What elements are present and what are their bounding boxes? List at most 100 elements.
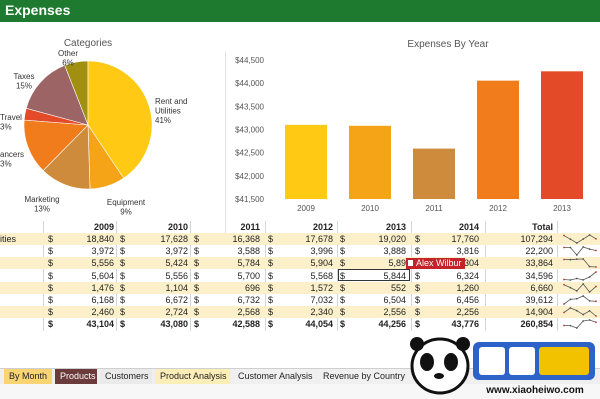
column-header[interactable]: 2013 [356, 221, 406, 233]
data-cell[interactable]: 2,568 [200, 306, 260, 318]
column-header[interactable]: 2010 [138, 221, 188, 233]
column-header[interactable]: 2009 [64, 221, 114, 233]
data-cell[interactable]: 1,476 [54, 282, 114, 294]
data-cell[interactable]: 16,368 [200, 233, 260, 245]
data-cell[interactable]: 2,724 [128, 306, 188, 318]
data-cell[interactable]: 6,324 [419, 270, 479, 282]
data-cell[interactable]: 3,972 [128, 245, 188, 257]
data-cell[interactable]: 5,556 [54, 257, 114, 269]
data-cell[interactable]: 2,256 [419, 306, 479, 318]
table-row[interactable]: $43,104 $43,080 $42,588 $44,054 $44,256 $43,7… [0, 318, 600, 330]
data-cell[interactable]: 1,104 [128, 282, 188, 294]
data-cell[interactable]: 39,612 [493, 294, 553, 306]
tab-product-analysis[interactable]: Product Analysis [155, 369, 230, 384]
pie-title: Categories [64, 38, 112, 49]
data-cell[interactable]: 6,660 [493, 282, 553, 294]
data-cell[interactable]: 2,460 [54, 306, 114, 318]
tab-customers[interactable]: Customers [100, 369, 152, 384]
data-cell[interactable]: 3,972 [54, 245, 114, 257]
table-row[interactable]: $1,476 $1,104 $696 $1,572 $552 $1,260 6,660 [0, 281, 600, 294]
data-cell[interactable]: 6,504 [346, 294, 406, 306]
data-cell[interactable]: 5,556 [128, 270, 188, 282]
data-cell[interactable]: 44,256 [346, 318, 406, 330]
bar-2012[interactable] [477, 80, 519, 199]
bar-2010[interactable] [349, 125, 391, 199]
y-tick-label: $43,500 [235, 102, 264, 111]
pie-label-travel: Travel 3% [0, 113, 22, 132]
data-cell[interactable]: 6,732 [200, 294, 260, 306]
data-cell[interactable]: 5,700 [200, 270, 260, 282]
bar-2011[interactable] [413, 148, 455, 199]
data-cell[interactable]: 17,628 [128, 233, 188, 245]
table-row[interactable]: $6,168 $6,672 $6,732 $7,032 $6,504 $6,456 39,6… [0, 294, 600, 306]
data-cell[interactable]: 2,340 [273, 306, 333, 318]
row-label[interactable]: ities [0, 233, 16, 245]
data-cell[interactable]: 44,054 [273, 318, 333, 330]
pie-chart[interactable]: CategoriesOther 6%Rent and Utilities 41%Equ… [0, 22, 225, 220]
data-cell[interactable]: 260,854 [493, 318, 553, 330]
pie-label-freelancers: ancers 3% [0, 150, 24, 169]
data-cell[interactable]: 17,678 [273, 233, 333, 245]
sparkline [563, 234, 597, 244]
pie-label-taxes: Taxes 15% [14, 72, 35, 91]
data-cell[interactable]: 5,904 [273, 257, 333, 269]
sparkline [563, 246, 597, 257]
sparkline [563, 270, 597, 281]
watermark-url: www.xiaoheiwo.com [485, 385, 584, 396]
data-cell[interactable]: 107,294 [493, 233, 553, 245]
column-header[interactable]: 2011 [210, 221, 260, 233]
column-header[interactable]: 2012 [283, 221, 333, 233]
data-cell[interactable]: 33,864 [493, 257, 553, 269]
x-tick-label: 2010 [361, 204, 379, 213]
data-cell[interactable]: 6,456 [419, 294, 479, 306]
data-cell[interactable]: 3,996 [273, 245, 333, 257]
sparkline [563, 295, 597, 305]
data-cell[interactable]: 5,89 [346, 257, 406, 269]
data-cell[interactable]: 5,568 [273, 270, 333, 282]
bar-chart[interactable]: Expenses By Year $44,500 $44,000 $43,500 $43… [228, 22, 598, 220]
header-row: 2009 2010 2011 2012 2013 2014 Total [0, 221, 600, 233]
tab-customer-analysis[interactable]: Customer Analysis [233, 369, 315, 384]
y-tick-label: $42,500 [235, 149, 264, 158]
title-bar: Expenses [0, 0, 600, 22]
data-cell[interactable]: 22,200 [493, 245, 553, 257]
data-cell[interactable]: 3,588 [200, 245, 260, 257]
data-cell[interactable]: 5,424 [128, 257, 188, 269]
selected-cell[interactable] [338, 269, 410, 281]
data-cell[interactable]: 43,080 [128, 318, 188, 330]
table-row[interactable]: ities $18,840 $17,628 $16,368 $17,678 $19,020… [0, 233, 600, 245]
data-cell[interactable]: 3,888 [346, 245, 406, 257]
data-cell[interactable]: 14,904 [493, 306, 553, 318]
data-cell[interactable]: 43,104 [54, 318, 114, 330]
data-cell[interactable]: 5,604 [54, 270, 114, 282]
data-cell[interactable]: 1,260 [419, 282, 479, 294]
data-cell[interactable]: 19,020 [346, 233, 406, 245]
data-cell[interactable]: 18,840 [54, 233, 114, 245]
table-row[interactable]: $3,972 $3,972 $3,588 $3,996 $3,888 $3,816 22,2… [0, 245, 600, 257]
data-cell[interactable]: 696 [200, 282, 260, 294]
table-row[interactable]: $2,460 $2,724 $2,568 $2,340 $2,556 $2,256 14,9… [0, 306, 600, 319]
tab-revenue-by-country[interactable]: Revenue by Country [318, 369, 410, 384]
y-tick-label: $44,000 [235, 79, 264, 88]
data-cell[interactable]: 34,596 [493, 270, 553, 282]
data-cell[interactable]: 1,572 [273, 282, 333, 294]
sparkline [563, 319, 597, 330]
tab-products[interactable]: Products [55, 369, 97, 384]
table-row[interactable]: $5,604 $5,556 $5,700 $5,568 $5,844 $6,324 34,5… [0, 270, 600, 282]
bar-2013[interactable] [541, 71, 583, 199]
data-cell[interactable]: 42,588 [200, 318, 260, 330]
table-row[interactable]: $5,556$5,424$5,784$5,904$5,89$,30433,864 [0, 257, 600, 270]
data-cell[interactable]: 6,168 [54, 294, 114, 306]
column-header[interactable]: 2014 [429, 221, 479, 233]
data-cell[interactable]: 17,760 [419, 233, 479, 245]
column-header[interactable]: Total [503, 221, 553, 233]
data-cell[interactable]: 6,672 [128, 294, 188, 306]
data-cell[interactable]: 2,556 [346, 306, 406, 318]
data-cell[interactable]: 5,784 [200, 257, 260, 269]
data-cell[interactable]: 7,032 [273, 294, 333, 306]
tab-by-month[interactable]: By Month [4, 369, 52, 384]
data-cell[interactable]: 3,816 [419, 245, 479, 257]
data-cell[interactable]: 552 [346, 282, 406, 294]
data-cell[interactable]: 43,776 [419, 318, 479, 330]
bar-2009[interactable] [285, 124, 327, 199]
